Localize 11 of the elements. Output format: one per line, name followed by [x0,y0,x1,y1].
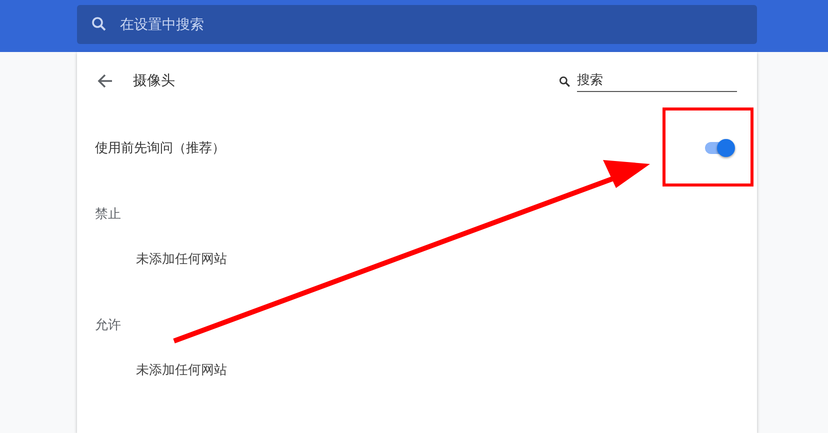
setting-label: 使用前先询问（推荐） [95,140,225,157]
section-heading: 禁止 [95,206,122,224]
page-title: 摄像头 [133,72,175,90]
search-icon [558,74,571,88]
back-arrow-icon[interactable] [97,73,113,89]
search-field[interactable]: 搜索 [577,70,737,92]
settings-search-field[interactable]: 在设置中搜索 [77,5,757,44]
section-heading: 允许 [95,317,122,335]
toggle-switch[interactable] [703,139,737,157]
empty-message: 未添加任何网站 [136,362,228,380]
empty-message: 未添加任何网站 [136,251,228,269]
